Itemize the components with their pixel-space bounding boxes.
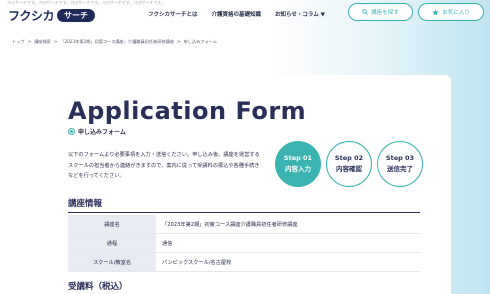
step-1: Step 01 内容入力 <box>275 141 321 187</box>
nav-item-basics[interactable]: 介護資格の基礎知識 <box>212 10 262 18</box>
find-course-button[interactable]: 講座を探す <box>348 3 413 21</box>
top-note: ﾌｸｼｶサーチです。ﾌｸｼｶサーチです。ﾌｸｼｶサーチです。ﾌｸｼｶサーチです。… <box>7 0 165 5</box>
course-info-heading: 講座情報 <box>68 199 103 209</box>
table-row: スクール/教室名 パンピックスクール/名古屋校 <box>68 253 420 272</box>
search-icon <box>362 9 368 15</box>
course-info-table: 講座名 「2023年第2期」初度コース講座介護職員初任者研修講座 通程 通信 ス… <box>68 215 420 272</box>
step-number: Step 01 <box>283 154 313 162</box>
intro-text: 以下のフォームより必要事項を入力・送信ください。申し込み後、講座を運営するスクー… <box>68 152 260 179</box>
breadcrumb: トップ > 講座検索 > 「2023年第2期」初度コース講座」介護職員初任者研修… <box>12 39 217 45</box>
step-number: Step 02 <box>334 154 364 162</box>
step-number: Step 03 <box>385 154 415 162</box>
logo-badge-text: サーチ <box>57 9 96 22</box>
favorites-button[interactable]: お気に入り <box>418 3 484 21</box>
breadcrumb-separator: > <box>27 39 32 44</box>
breadcrumb-separator: > <box>53 39 58 44</box>
breadcrumb-home[interactable]: トップ <box>12 39 25 45</box>
logo-main-text: フクシカ <box>8 9 55 23</box>
row-value: 通信 <box>162 240 173 247</box>
table-row: 通程 通信 <box>68 234 420 253</box>
breadcrumb-separator: > <box>177 39 181 44</box>
step-label: 内容入力 <box>285 165 311 173</box>
row-label: 講座名 <box>68 215 156 233</box>
page-subtitle: 申し込みフォーム <box>68 127 126 136</box>
row-value: パンピックスクール/名古屋校 <box>162 259 232 266</box>
table-row: 講座名 「2023年第2期」初度コース講座介護職員初任者研修講座 <box>68 215 420 234</box>
page-title: Application Form <box>68 97 307 125</box>
row-label: 通程 <box>68 234 156 252</box>
breadcrumb-course[interactable]: 「2023年第2期」初度コース講座」介護職員初任者研修講座 <box>60 39 174 45</box>
nav-item-news[interactable]: お知らせ・コラム ▼ <box>275 10 325 18</box>
step-label: 内容確認 <box>336 165 362 173</box>
favorites-label: お気に入り <box>442 10 470 16</box>
step-label: 送信完了 <box>387 165 413 173</box>
breadcrumb-search[interactable]: 講座検索 <box>34 39 51 45</box>
star-icon <box>432 8 439 16</box>
nav-item-about[interactable]: フクシカサーチとは <box>148 10 198 18</box>
section-divider <box>68 212 420 213</box>
step-indicator: Step 01 内容入力 Step 02 内容確認 Step 03 送信完了 <box>275 141 423 187</box>
row-label: スクール/教室名 <box>68 253 156 271</box>
step-2: Step 02 内容確認 <box>326 141 372 187</box>
breadcrumb-current: 申し込みフォーム <box>183 39 217 44</box>
page-subtitle-text: 申し込みフォーム <box>78 129 126 136</box>
main-nav: フクシカサーチとは 介護資格の基礎知識 お知らせ・コラム ▼ <box>148 10 325 18</box>
bullet-icon <box>68 128 75 135</box>
step-3: Step 03 送信完了 <box>377 141 423 187</box>
row-value: 「2023年第2期」初度コース講座介護職員初任者研修講座 <box>162 221 298 228</box>
find-course-label: 講座を探す <box>371 10 399 16</box>
fee-heading: 受講料（税込） <box>68 282 128 292</box>
site-logo[interactable]: フクシカ サーチ <box>8 7 96 24</box>
